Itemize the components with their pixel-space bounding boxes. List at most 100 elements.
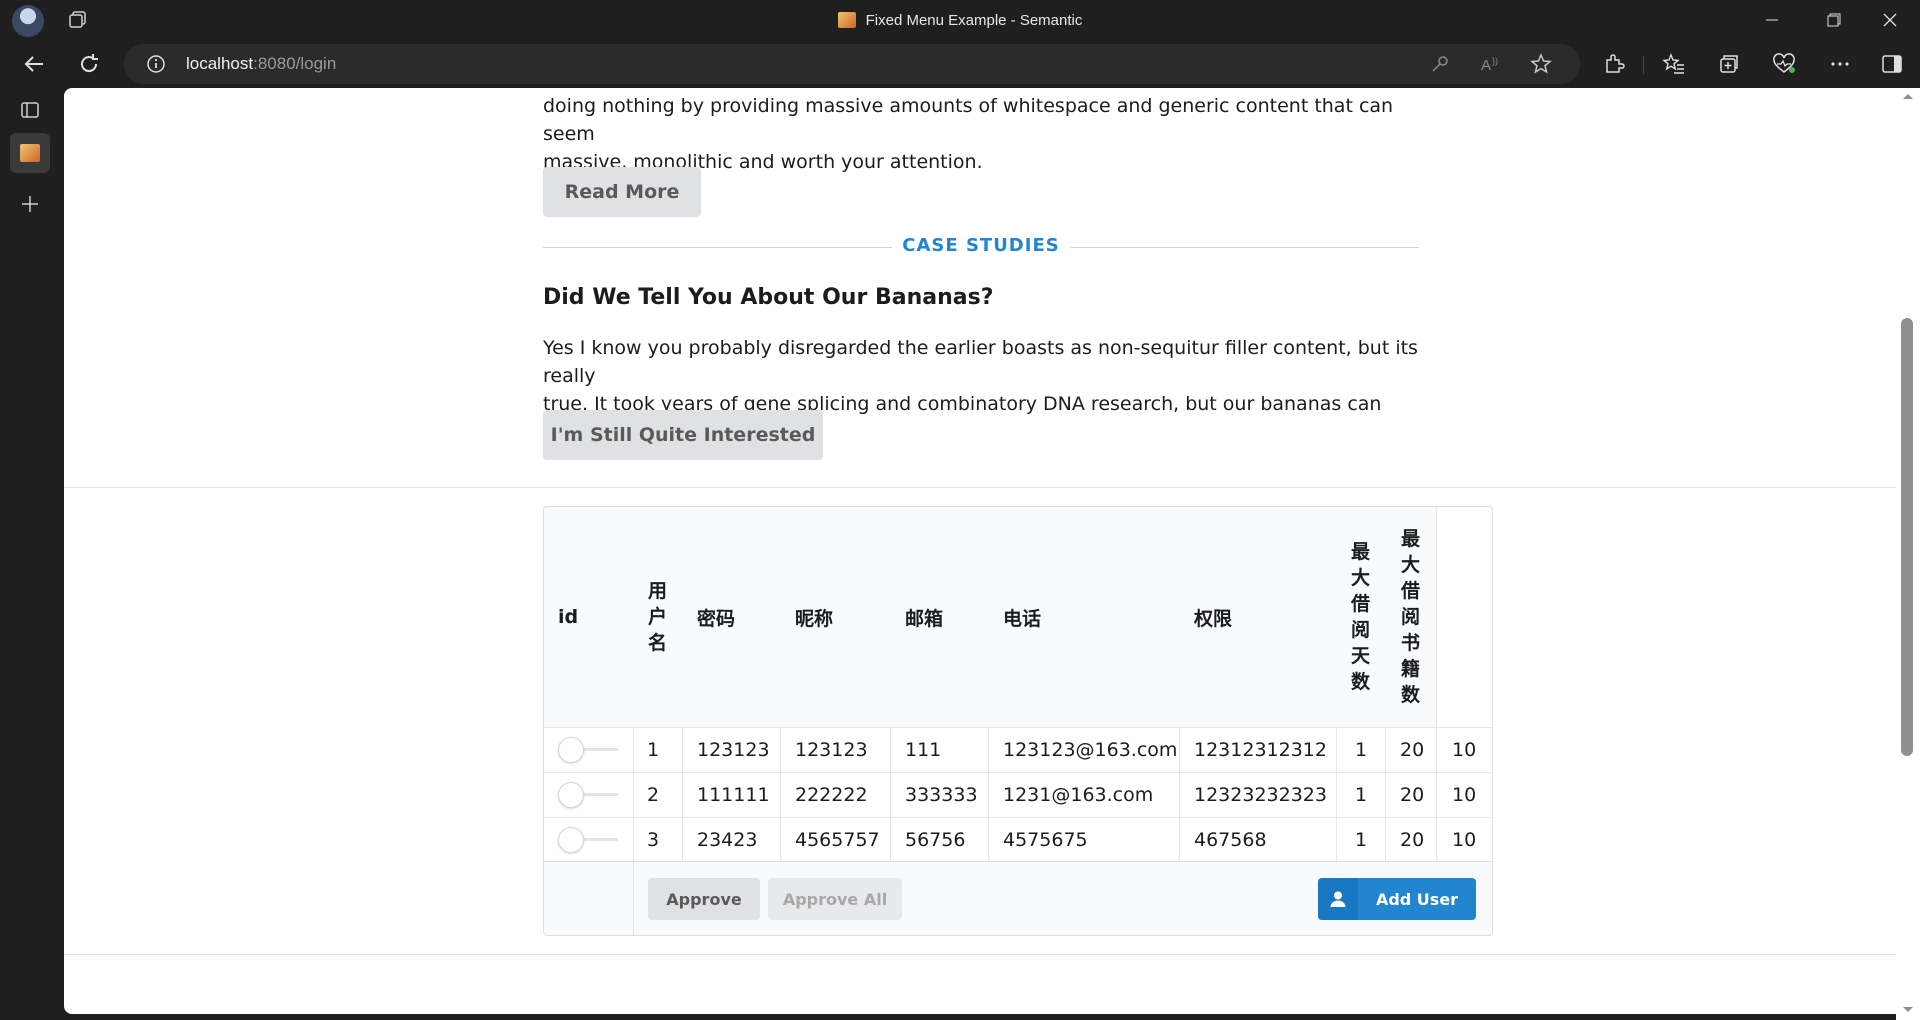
browser-toolbar: localhost:8080/login A)) xyxy=(0,40,1920,88)
toggle-knob xyxy=(558,737,584,763)
tab-fixed-menu-example[interactable] xyxy=(10,133,50,173)
extensions-button[interactable] xyxy=(1600,50,1628,78)
read-more-button[interactable]: Read More xyxy=(543,167,701,217)
users-table: id 用 户 名 密码 昵称 邮箱 电话 权限 最 大 借 阅 天 数 最 大 … xyxy=(543,506,1493,936)
cell-nickname: 111 xyxy=(905,739,942,761)
password-key-icon[interactable] xyxy=(1430,54,1450,74)
close-icon xyxy=(1883,13,1897,27)
approve-button[interactable]: Approve xyxy=(648,878,760,920)
section-separator-top xyxy=(64,487,1896,488)
minimize-icon xyxy=(1766,19,1778,21)
plus-icon xyxy=(22,196,38,212)
cell-permission: 1 xyxy=(1355,739,1368,761)
close-window-button[interactable] xyxy=(1862,0,1918,40)
header-phone[interactable]: 电话 xyxy=(988,507,1179,727)
heart-pulse-icon xyxy=(1773,53,1795,73)
header-days-char: 大 xyxy=(1350,567,1370,589)
browser-essentials-button[interactable] xyxy=(1770,50,1798,78)
address-bar[interactable]: localhost:8080/login A)) xyxy=(124,44,1580,84)
favorite-star-icon[interactable] xyxy=(1530,53,1552,75)
cell-email: 4575675 xyxy=(1003,829,1088,851)
svg-text:)): )) xyxy=(1492,56,1498,66)
scroll-down-icon[interactable] xyxy=(1902,1006,1914,1014)
sidebar-toggle-button[interactable] xyxy=(1878,50,1906,78)
cell-permission: 1 xyxy=(1355,829,1368,851)
cell-nickname: 56756 xyxy=(905,829,966,851)
header-books-char: 籍 xyxy=(1400,658,1420,680)
tab-panel-icon xyxy=(21,102,39,118)
restore-button[interactable] xyxy=(1806,0,1862,40)
window-title-text: Fixed Menu Example - Semantic xyxy=(865,11,1083,29)
cell-email: 123123@163.com xyxy=(1003,739,1178,761)
section-separator-bottom xyxy=(64,954,1896,955)
toggle-knob xyxy=(558,827,584,853)
cell-max-days: 20 xyxy=(1400,829,1425,851)
header-max-borrow-books[interactable]: 最 大 借 阅 书 籍 数 xyxy=(1385,507,1436,727)
cell-max-books: 10 xyxy=(1452,829,1477,851)
toolbar-separator xyxy=(1643,56,1644,74)
read-aloud-icon[interactable]: A)) xyxy=(1480,54,1502,74)
puzzle-icon xyxy=(1606,54,1625,73)
header-days-char: 阅 xyxy=(1350,619,1370,641)
cell-username: 23423 xyxy=(697,829,758,851)
favorites-list-icon xyxy=(1662,53,1684,74)
header-days-char: 天 xyxy=(1350,645,1370,667)
header-max-borrow-days[interactable]: 最 大 借 阅 天 数 xyxy=(1336,507,1385,727)
toggle-knob xyxy=(558,782,584,808)
minimize-button[interactable] xyxy=(1744,0,1800,40)
site-favicon-icon xyxy=(837,12,856,28)
tab-favicon-icon xyxy=(20,144,40,162)
header-books-char: 书 xyxy=(1400,632,1420,654)
row-select-toggle[interactable] xyxy=(558,826,618,854)
header-username[interactable]: 用 户 名 xyxy=(633,507,682,727)
collections-button[interactable] xyxy=(1715,50,1743,78)
divider-label-text: CASE STUDIES xyxy=(892,235,1070,256)
new-tab-button[interactable] xyxy=(10,184,50,224)
header-books-char: 借 xyxy=(1400,580,1420,602)
more-dots-icon xyxy=(1831,62,1849,66)
back-arrow-icon xyxy=(24,56,43,72)
row-select-toggle[interactable] xyxy=(558,736,618,764)
favorites-button[interactable] xyxy=(1660,50,1688,78)
cell-id: 1 xyxy=(647,739,660,761)
approve-all-button[interactable]: Approve All xyxy=(768,878,902,920)
still-interested-button[interactable]: I'm Still Quite Interested xyxy=(543,410,823,460)
add-user-label: Add User xyxy=(1375,889,1459,909)
header-id[interactable]: id xyxy=(544,507,633,727)
cell-permission: 1 xyxy=(1355,784,1368,806)
intro-line-1: doing nothing by providing massive amoun… xyxy=(543,95,1394,145)
site-info-icon[interactable] xyxy=(146,54,166,74)
header-username-char: 名 xyxy=(647,632,667,654)
header-email[interactable]: 邮箱 xyxy=(890,507,988,727)
cell-max-days: 20 xyxy=(1400,784,1425,806)
tab-panel-button[interactable] xyxy=(10,90,50,130)
row-select-toggle[interactable] xyxy=(558,781,618,809)
restore-icon xyxy=(1827,13,1841,27)
header-nickname[interactable]: 昵称 xyxy=(780,507,890,727)
header-books-char: 数 xyxy=(1400,684,1420,706)
cell-phone: 12312312312 xyxy=(1194,739,1327,761)
header-password[interactable]: 密码 xyxy=(682,507,780,727)
settings-more-button[interactable] xyxy=(1826,50,1854,78)
svg-text:A: A xyxy=(1481,57,1491,74)
url-text[interactable]: localhost:8080/login xyxy=(186,54,336,74)
bananas-heading: Did We Tell You About Our Bananas? xyxy=(543,285,994,310)
add-user-button[interactable]: Add User xyxy=(1318,878,1476,920)
cell-password: 222222 xyxy=(795,784,868,806)
bananas-line-1: Yes I know you probably disregarded the … xyxy=(543,337,1418,387)
cell-id: 2 xyxy=(647,784,660,806)
header-days-char: 数 xyxy=(1350,671,1370,693)
header-days-char: 借 xyxy=(1350,593,1370,615)
header-books-char: 大 xyxy=(1400,554,1420,576)
refresh-button[interactable] xyxy=(75,50,103,78)
url-path: :8080/login xyxy=(253,54,337,73)
col-divider xyxy=(633,862,634,935)
intro-paragraph: doing nothing by providing massive amoun… xyxy=(543,92,1419,176)
sidebar-panel-icon xyxy=(1882,55,1902,73)
back-button[interactable] xyxy=(20,50,48,78)
scrollbar-thumb[interactable] xyxy=(1901,318,1913,756)
refresh-icon xyxy=(81,54,98,73)
scroll-up-icon[interactable] xyxy=(1902,92,1914,100)
user-icon xyxy=(1318,878,1358,920)
header-permission[interactable]: 权限 xyxy=(1179,507,1336,727)
